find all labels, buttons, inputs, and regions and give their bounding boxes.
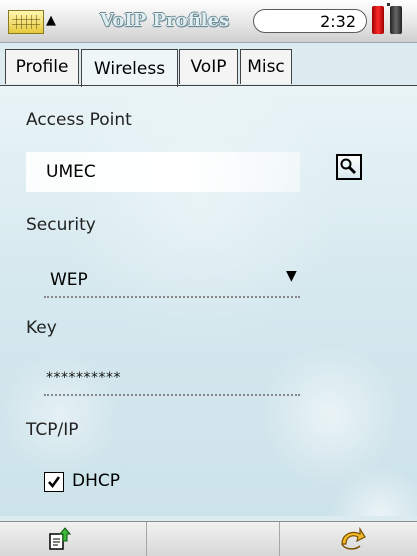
tab-misc[interactable]: Misc	[240, 49, 292, 84]
app-title: VoIP Profiles	[100, 10, 230, 31]
dhcp-checkbox[interactable]	[44, 472, 64, 492]
clock: 2:32	[253, 9, 367, 33]
background	[0, 86, 417, 516]
security-select-value[interactable]: WEP	[50, 270, 88, 290]
battery-icon	[372, 6, 384, 34]
clock-time: 2:32	[320, 12, 356, 31]
security-underline	[44, 296, 300, 298]
export-icon[interactable]	[47, 527, 72, 555]
keyboard-icon[interactable]	[8, 10, 44, 34]
chevron-down-icon[interactable]: ▼	[286, 268, 297, 284]
tab-profile[interactable]: Profile	[5, 49, 79, 84]
dhcp-label: DHCP	[72, 471, 120, 491]
tab-misc-label: Misc	[247, 57, 285, 77]
access-point-label: Access Point	[26, 110, 132, 130]
toolbar-divider	[146, 522, 147, 556]
status-bar: ▲ VoIP Profiles 2:32	[0, 0, 417, 43]
security-label: Security	[26, 215, 96, 235]
key-underline	[44, 394, 300, 396]
checkmark-icon	[48, 476, 61, 489]
tab-wireless[interactable]: Wireless	[81, 49, 178, 87]
search-icon	[340, 158, 357, 175]
tcpip-label: TCP/IP	[26, 420, 79, 440]
bottom-toolbar	[0, 521, 417, 556]
screen: ▲ VoIP Profiles 2:32 Profile Wireless Vo…	[0, 0, 417, 556]
tab-voip[interactable]: VoIP	[179, 49, 238, 84]
back-icon[interactable]	[338, 526, 366, 556]
signal-dot-icon	[387, 3, 390, 6]
tab-profile-label: Profile	[15, 57, 69, 77]
tab-voip-label: VoIP	[190, 57, 227, 77]
search-button[interactable]	[336, 154, 362, 180]
access-point-value[interactable]: UMEC	[46, 162, 96, 182]
tab-wireless-label: Wireless	[93, 58, 166, 79]
key-label: Key	[26, 318, 57, 338]
up-arrow-icon[interactable]: ▲	[46, 13, 56, 28]
battery-secondary-icon	[390, 6, 402, 34]
toolbar-divider	[279, 522, 280, 556]
key-input[interactable]: **********	[46, 370, 121, 386]
tab-underline	[0, 85, 417, 86]
